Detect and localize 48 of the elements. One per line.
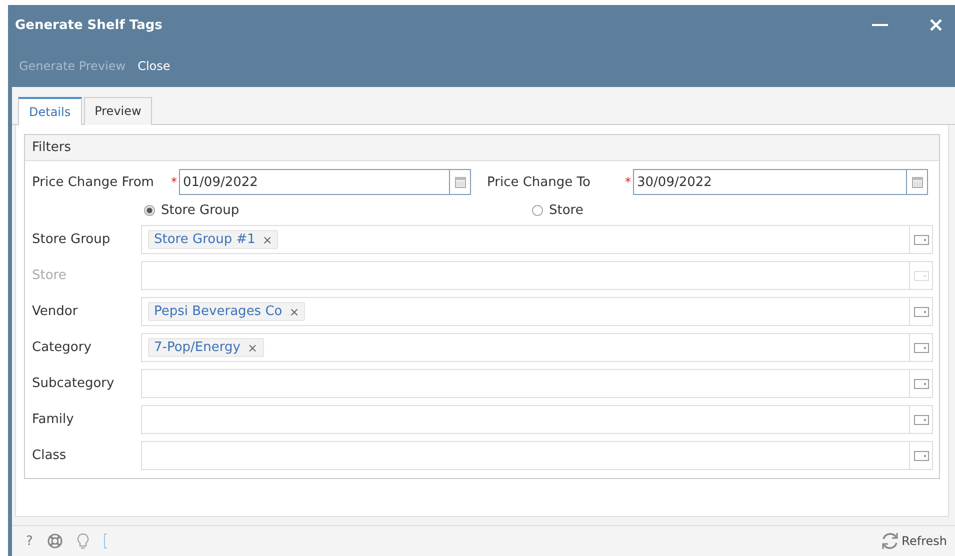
window-title: Generate Shelf Tags [15,18,162,32]
field-label: Category [32,340,92,355]
remove-tag-button[interactable]: × [289,304,300,318]
combo-field[interactable]: Store Group #1 × [141,225,933,254]
lightbulb-icon[interactable] [76,532,89,550]
date-field[interactable]: 30/09/2022 [633,169,928,195]
tag-label: Store Group #1 [154,232,256,247]
bracket-icon [102,533,108,549]
lifebuoy-icon[interactable] [46,533,63,549]
combo-field[interactable] [141,369,933,398]
calendar-icon[interactable] [912,176,922,188]
combo-field[interactable]: 7-Pop/Energy × [141,333,933,362]
dropdown-icon[interactable] [914,450,928,460]
combo-field[interactable]: Pepsi Beverages Co × [141,297,933,326]
field-label: Vendor [32,304,79,319]
dropdown-icon[interactable] [914,306,928,316]
field-label: Family [32,412,75,427]
tab[interactable]: Details [18,97,82,125]
radio-option[interactable]: Store Group [144,202,532,218]
required-mark: * [171,175,177,189]
dropdown-icon[interactable] [914,342,928,352]
required-mark: * [625,175,631,189]
field-label: Store Group [32,232,112,247]
refresh-icon [880,531,900,551]
date-field[interactable]: 01/09/2022 [179,169,471,195]
remove-tag-button[interactable]: × [247,340,258,354]
help-button[interactable]: ? [26,534,33,548]
combo-field[interactable] [141,441,933,470]
tag-label: 7-Pop/Energy [154,340,240,355]
field-label: Class [32,448,68,463]
field-label: Store [32,268,68,283]
toolbar-button[interactable]: Close [134,57,174,75]
tab[interactable]: Preview [84,97,152,125]
refresh-button[interactable]: Refresh [880,531,947,551]
dropdown-icon[interactable] [914,414,928,424]
radio-option[interactable]: Store [532,202,584,218]
close-icon[interactable] [929,18,943,32]
field-label: Subcategory [32,376,116,391]
remove-tag-button[interactable]: × [262,232,272,246]
combo-field[interactable] [141,261,933,290]
field-label: Price Change To [487,174,590,190]
tag-label: Pepsi Beverages Co [154,304,282,319]
dropdown-icon[interactable] [914,378,928,388]
combo-field[interactable] [141,405,933,434]
field-label: Price Change From [32,174,154,190]
dropdown-icon[interactable] [914,234,928,244]
section-title: Filters [32,140,71,155]
calendar-icon[interactable] [454,176,466,188]
